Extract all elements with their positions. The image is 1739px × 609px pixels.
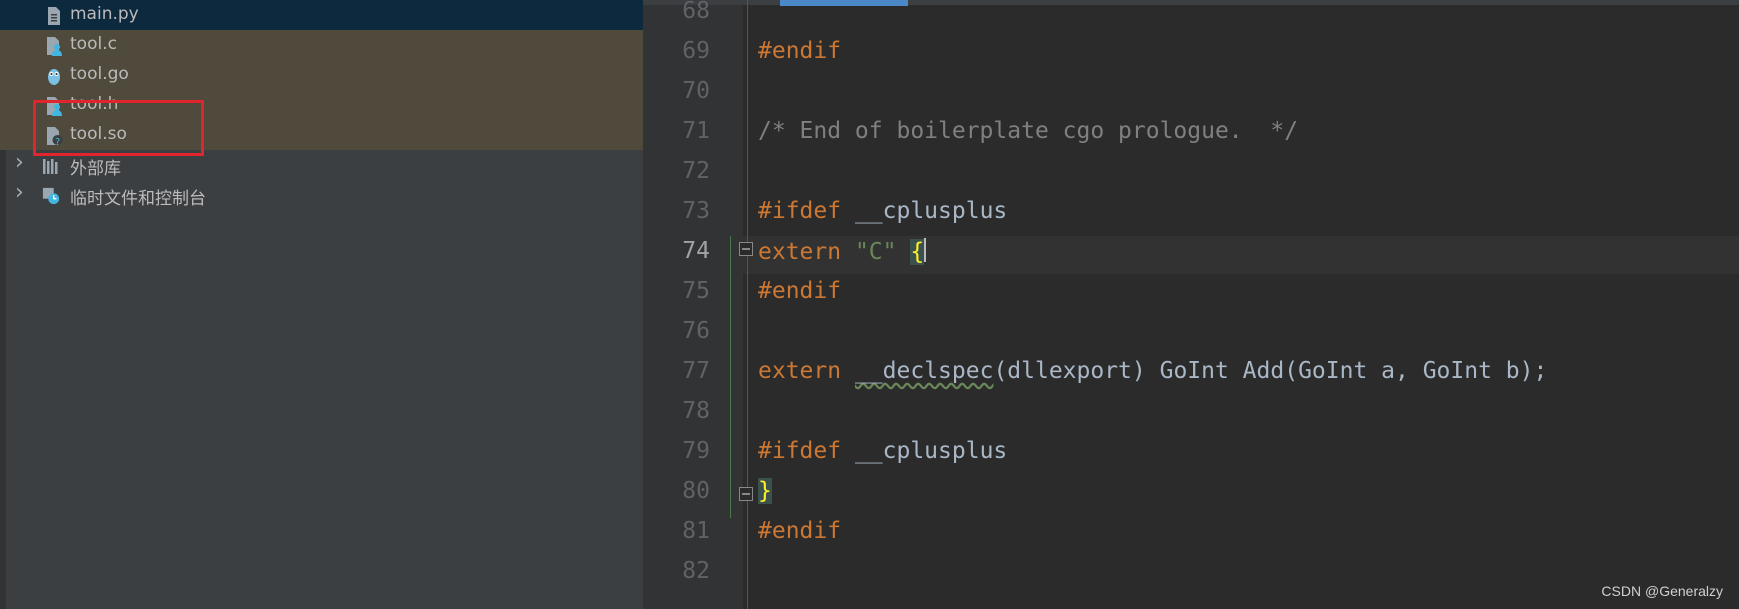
line-number: 74	[682, 238, 710, 264]
fold-close-icon[interactable]	[739, 487, 753, 501]
watermark: CSDN @Generalzy	[1601, 583, 1723, 599]
python-file-icon	[45, 6, 63, 26]
line-number: 71	[682, 118, 710, 144]
code-text[interactable]: #ifdef __cplusplus	[758, 198, 1007, 224]
code-text[interactable]: #endif	[758, 518, 841, 544]
code-token: #endif	[758, 38, 842, 64]
tree-item[interactable]: › 临时文件和控制台	[0, 180, 643, 210]
code-line: 72	[643, 158, 1739, 198]
line-number: 76	[682, 318, 710, 344]
text-caret	[924, 238, 927, 262]
go-file-icon	[45, 66, 63, 86]
line-number: 70	[682, 78, 710, 104]
chevron-right-icon[interactable]: ›	[15, 180, 33, 205]
code-line: 78	[643, 398, 1739, 438]
code-line: 75 #endif	[643, 278, 1739, 318]
code-token: extern	[758, 239, 842, 265]
code-token: extern	[758, 358, 842, 384]
code-line: 73 #ifdef __cplusplus	[643, 198, 1739, 238]
tree-item[interactable]: tool.go	[0, 60, 643, 90]
line-number: 68	[682, 0, 710, 24]
code-line: 74 extern "C" {	[643, 238, 1739, 278]
code-line: 70	[643, 78, 1739, 118]
line-number: 82	[682, 558, 710, 584]
code-token: /* End of boilerplate cgo prologue. */	[758, 118, 1299, 144]
tree-item[interactable]: tool.c	[0, 30, 643, 60]
tree-item-label: 临时文件和控制台	[70, 189, 206, 209]
line-number: 78	[682, 398, 710, 424]
code-token: __declspec	[854, 358, 994, 384]
code-token: __cplusplus	[841, 438, 1008, 464]
code-line: 79 #ifdef __cplusplus	[643, 438, 1739, 478]
code-token: (dllexport) GoInt Add(GoInt a, GoInt b);	[993, 358, 1548, 384]
line-number: 69	[682, 38, 710, 64]
code-text[interactable]: #endif	[758, 278, 841, 304]
code-text[interactable]: extern __declspec(dllexport) GoInt Add(G…	[758, 358, 1547, 384]
code-line: 76	[643, 318, 1739, 358]
chevron-right-icon[interactable]: ›	[15, 150, 33, 175]
code-editor[interactable]: 68 69 #endif 70 71 /* End of boilerplate cgo …	[643, 0, 1739, 609]
code-line: 80}	[643, 478, 1739, 518]
library-icon	[42, 156, 60, 176]
code-text[interactable]: #ifdef __cplusplus	[758, 438, 1007, 464]
line-number: 79	[682, 438, 710, 464]
code-text[interactable]: }	[758, 478, 772, 504]
code-line: 68	[643, 0, 1739, 38]
line-number: 77	[682, 358, 710, 384]
line-number: 75	[682, 278, 710, 304]
code-token: __cplusplus	[841, 198, 1008, 224]
code-token: {	[910, 239, 925, 265]
code-text[interactable]: /* End of boilerplate cgo prologue. */	[758, 118, 1298, 144]
line-number: 80	[682, 478, 710, 504]
project-tree-panel: main.py tool.c tool.go tool.h? tool.so › 外部库 › 临…	[0, 0, 643, 609]
code-token: "C"	[854, 239, 897, 265]
tree-item-label: 外部库	[70, 159, 121, 179]
annotation-highlight-box	[33, 100, 204, 156]
tree-item-label: main.py	[70, 4, 139, 24]
line-number: 72	[682, 158, 710, 184]
code-token: #endif	[758, 518, 842, 544]
code-text[interactable]: #endif	[758, 38, 841, 64]
tree-item-label: tool.c	[70, 34, 117, 54]
line-number: 73	[682, 198, 710, 224]
code-token: #ifdef	[758, 438, 842, 464]
code-text[interactable]: extern "C" {	[758, 238, 927, 265]
code-token: #endif	[758, 278, 842, 304]
code-line: 71 /* End of boilerplate cgo prologue. */	[643, 118, 1739, 158]
scratches-icon	[42, 186, 60, 206]
code-token: }	[758, 478, 772, 504]
tree-item[interactable]: main.py	[0, 0, 643, 30]
code-line: 81 #endif	[643, 518, 1739, 558]
c-file-icon	[45, 36, 63, 56]
line-number: 81	[682, 518, 710, 544]
fold-open-icon[interactable]	[739, 242, 753, 256]
code-line: 69 #endif	[643, 38, 1739, 78]
tree-item-label: tool.go	[70, 64, 129, 84]
code-line: 82	[643, 558, 1739, 598]
code-line: 77 extern __declspec(dllexport) GoInt Add…	[643, 358, 1739, 398]
code-token: #ifdef	[758, 198, 842, 224]
